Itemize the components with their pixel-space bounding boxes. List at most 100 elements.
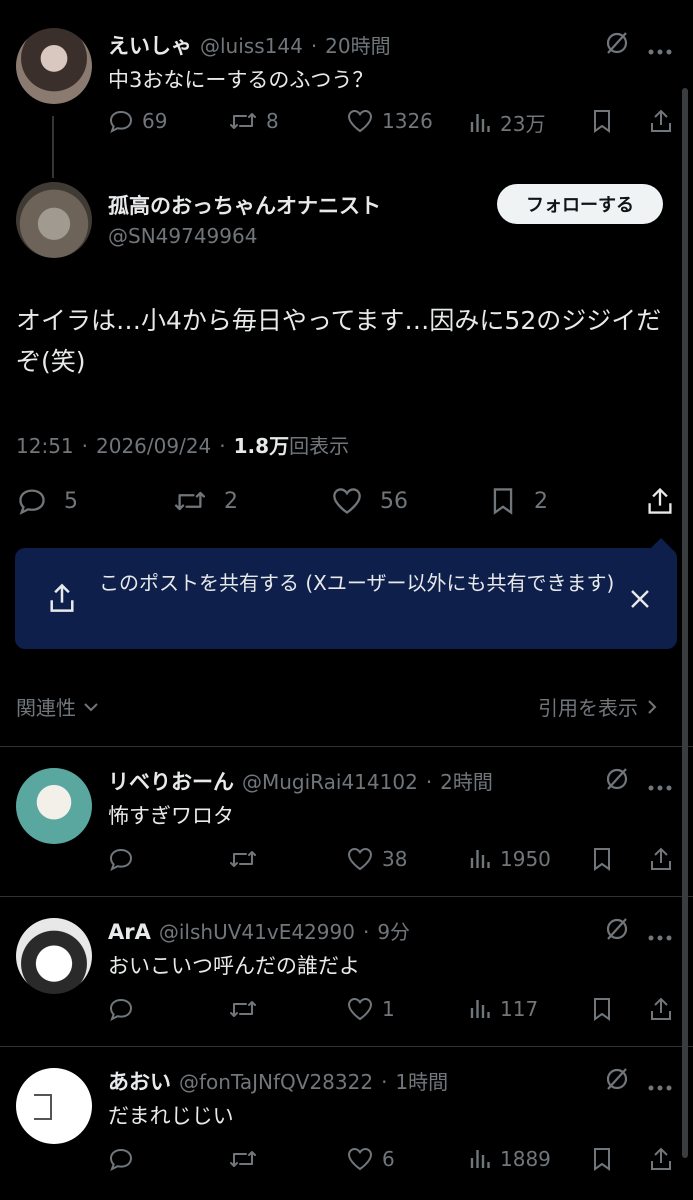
retweet-button[interactable]	[228, 996, 266, 1022]
author-name[interactable]: ArA	[108, 920, 151, 944]
grok-icon[interactable]	[604, 30, 630, 60]
timestamp[interactable]: 2時間	[440, 766, 493, 795]
like-icon	[347, 997, 373, 1021]
like-count: 38	[382, 847, 408, 871]
views-count: 1889	[500, 1147, 551, 1171]
retweet-button[interactable]	[228, 846, 266, 872]
timestamp[interactable]: 9分	[377, 916, 410, 945]
author-handle[interactable]: @ilshUV41vE42990	[159, 920, 355, 944]
scrollbar[interactable]	[682, 88, 688, 1158]
thread-line	[52, 116, 54, 178]
retweet-button[interactable]: 2	[172, 486, 238, 516]
avatar[interactable]	[16, 768, 92, 844]
share-icon[interactable]	[644, 486, 676, 520]
more-icon[interactable]	[648, 776, 672, 795]
more-icon[interactable]	[648, 40, 672, 59]
like-button[interactable]: 38	[346, 846, 407, 872]
close-icon[interactable]	[629, 588, 651, 614]
share-icon[interactable]	[648, 108, 674, 138]
follow-button[interactable]: フォローする	[497, 184, 663, 224]
author-name[interactable]: あおい	[108, 1066, 171, 1096]
author-handle[interactable]: @fonTaJNfQV28322	[179, 1070, 373, 1094]
like-icon	[333, 488, 361, 514]
tweet-text: オイラは…小4から毎日やってます…因みに52のジジイだぞ(笑)	[16, 306, 662, 376]
chevron-right-icon	[648, 699, 657, 714]
grok-icon[interactable]	[604, 916, 630, 946]
grok-icon[interactable]	[604, 766, 630, 796]
avatar[interactable]	[16, 918, 92, 994]
bookmark-count: 2	[534, 488, 548, 514]
chevron-down-icon	[84, 702, 98, 711]
share-tooltip[interactable]: このポストを共有する (Xユーザー以外にも共有できます)	[15, 548, 677, 649]
like-icon	[347, 847, 373, 871]
tweet-date[interactable]: 2026/09/24	[96, 434, 211, 458]
sort-dropdown[interactable]: 関連性	[16, 692, 100, 721]
author-handle[interactable]: @SN49749964	[108, 224, 257, 248]
author-handle[interactable]: @luiss144	[200, 34, 303, 58]
bookmark-icon[interactable]	[590, 1146, 614, 1176]
views-count: 1950	[500, 847, 551, 871]
bookmark-icon[interactable]	[590, 108, 614, 138]
share-icon[interactable]	[648, 846, 674, 876]
bookmark-button[interactable]: 2	[488, 486, 548, 516]
divider	[0, 1046, 693, 1047]
separator: ·	[381, 1070, 388, 1094]
views-summary[interactable]: 1.8万回表示	[234, 430, 349, 459]
views-label: 回表示	[289, 434, 350, 458]
like-button[interactable]: 6	[346, 1146, 395, 1172]
views-button[interactable]: 23万	[468, 108, 545, 137]
retweet-button[interactable]: 8	[228, 108, 279, 134]
tweet-text: 怖すぎワロタ	[108, 804, 234, 828]
bookmark-icon[interactable]	[590, 846, 614, 876]
share-icon[interactable]	[648, 1146, 674, 1176]
views-number: 1.8万	[233, 434, 290, 458]
tweet-text: おいこいつ呼んだの誰だよ	[108, 954, 360, 978]
share-tooltip-text: このポストを共有する (Xユーザー以外にも共有できます)	[99, 571, 615, 595]
tweet-time[interactable]: 12:51	[16, 434, 74, 458]
view-quotes-link[interactable]: 引用を表示	[538, 692, 660, 721]
retweet-count: 2	[224, 488, 238, 514]
separator: ·	[425, 770, 433, 794]
reply-button[interactable]: 69	[108, 108, 167, 134]
reply-button[interactable]	[108, 1146, 142, 1172]
reply-icon	[19, 489, 45, 515]
like-count: 56	[380, 488, 408, 514]
views-button[interactable]: 117	[468, 996, 538, 1022]
reply-count: 5	[64, 488, 78, 514]
avatar-parent[interactable]	[16, 28, 92, 104]
retweet-button[interactable]	[228, 1146, 266, 1172]
separator: ·	[219, 434, 226, 458]
author-handle[interactable]: @MugiRai414102	[242, 770, 418, 794]
reply-button[interactable]	[108, 846, 142, 872]
views-icon	[470, 113, 490, 132]
sort-label: 関連性	[16, 696, 76, 720]
reply-button[interactable]: 5	[16, 486, 78, 516]
like-button[interactable]: 1326	[346, 108, 433, 134]
timestamp[interactable]: 1時間	[395, 1066, 448, 1095]
reply-icon	[109, 110, 133, 133]
author-name[interactable]: えいしゃ	[108, 30, 192, 60]
reply-button[interactable]	[108, 996, 142, 1022]
retweet-icon	[174, 491, 205, 511]
like-count: 1	[382, 997, 395, 1021]
grok-icon[interactable]	[604, 1066, 630, 1096]
quotes-label: 引用を表示	[538, 696, 638, 720]
author-name[interactable]: 孤高のおっちゃんオナニスト	[108, 190, 381, 220]
avatar[interactable]	[16, 1068, 92, 1144]
more-icon[interactable]	[648, 926, 672, 945]
more-icon[interactable]	[648, 1076, 672, 1095]
timestamp[interactable]: 20時間	[325, 30, 390, 59]
avatar-main[interactable]	[16, 182, 92, 258]
like-button[interactable]: 56	[330, 486, 408, 516]
views-button[interactable]: 1889	[468, 1146, 551, 1172]
views-count: 117	[500, 997, 539, 1021]
retweet-icon	[230, 113, 256, 129]
share-icon[interactable]	[648, 996, 674, 1026]
views-icon	[470, 1000, 490, 1018]
separator: ·	[310, 34, 318, 58]
views-button[interactable]: 1950	[468, 846, 551, 872]
share-icon	[47, 582, 77, 618]
like-button[interactable]: 1	[346, 996, 395, 1022]
bookmark-icon[interactable]	[590, 996, 614, 1026]
author-name[interactable]: リベりおーん	[108, 766, 234, 796]
